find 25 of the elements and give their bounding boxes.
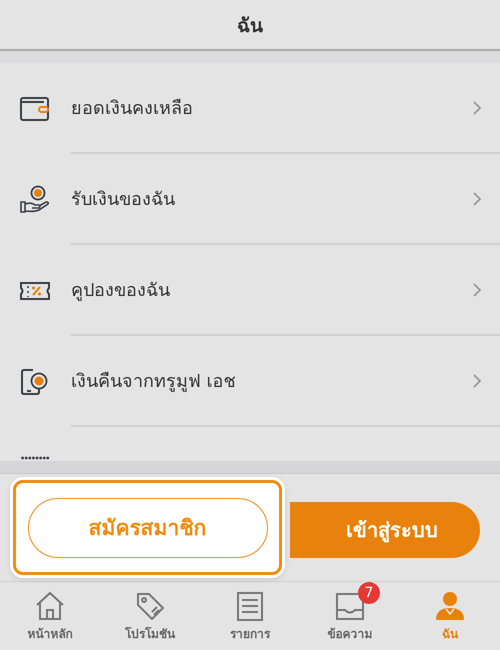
menu-label: ยอดเงินคงเหลือ [71,97,193,121]
login-button[interactable]: เข้าสู่ระบบ [290,502,480,558]
register-button[interactable]: สมัครสมาชิก [28,498,268,558]
page-title: ฉัน [237,14,263,38]
menu-item[interactable]: เงินคืนจากทรูมูฟ เอช [0,336,500,427]
hand-coin-icon [19,184,51,216]
menu-item[interactable]: ยอดเงินคงเหลือ [0,63,500,154]
tab[interactable]: โปรโมชัน [100,582,200,650]
tab[interactable]: 7 ข้อความ [300,582,400,650]
person-icon [434,590,466,622]
unread-badge: 7 [358,582,380,604]
menu-item[interactable]: คูปองของฉัน [0,245,500,336]
menu-label: รับเงินของฉัน [71,188,175,212]
dotted-icon [19,455,51,461]
list-icon [234,590,266,622]
chevron-icon [472,372,482,388]
tab[interactable]: หน้าหลัก [0,582,100,650]
home-icon [34,590,66,622]
chevron-icon [472,100,482,116]
menu-label: คูปองของฉัน [71,279,170,303]
menu-label: เงินคืนจากทรูมูฟ เอช [71,370,236,394]
tab[interactable]: รายการ [200,582,300,650]
chevron-icon [472,282,482,298]
chevron-icon [472,190,482,206]
menu-item[interactable]: รับเงินของฉัน [0,154,500,245]
